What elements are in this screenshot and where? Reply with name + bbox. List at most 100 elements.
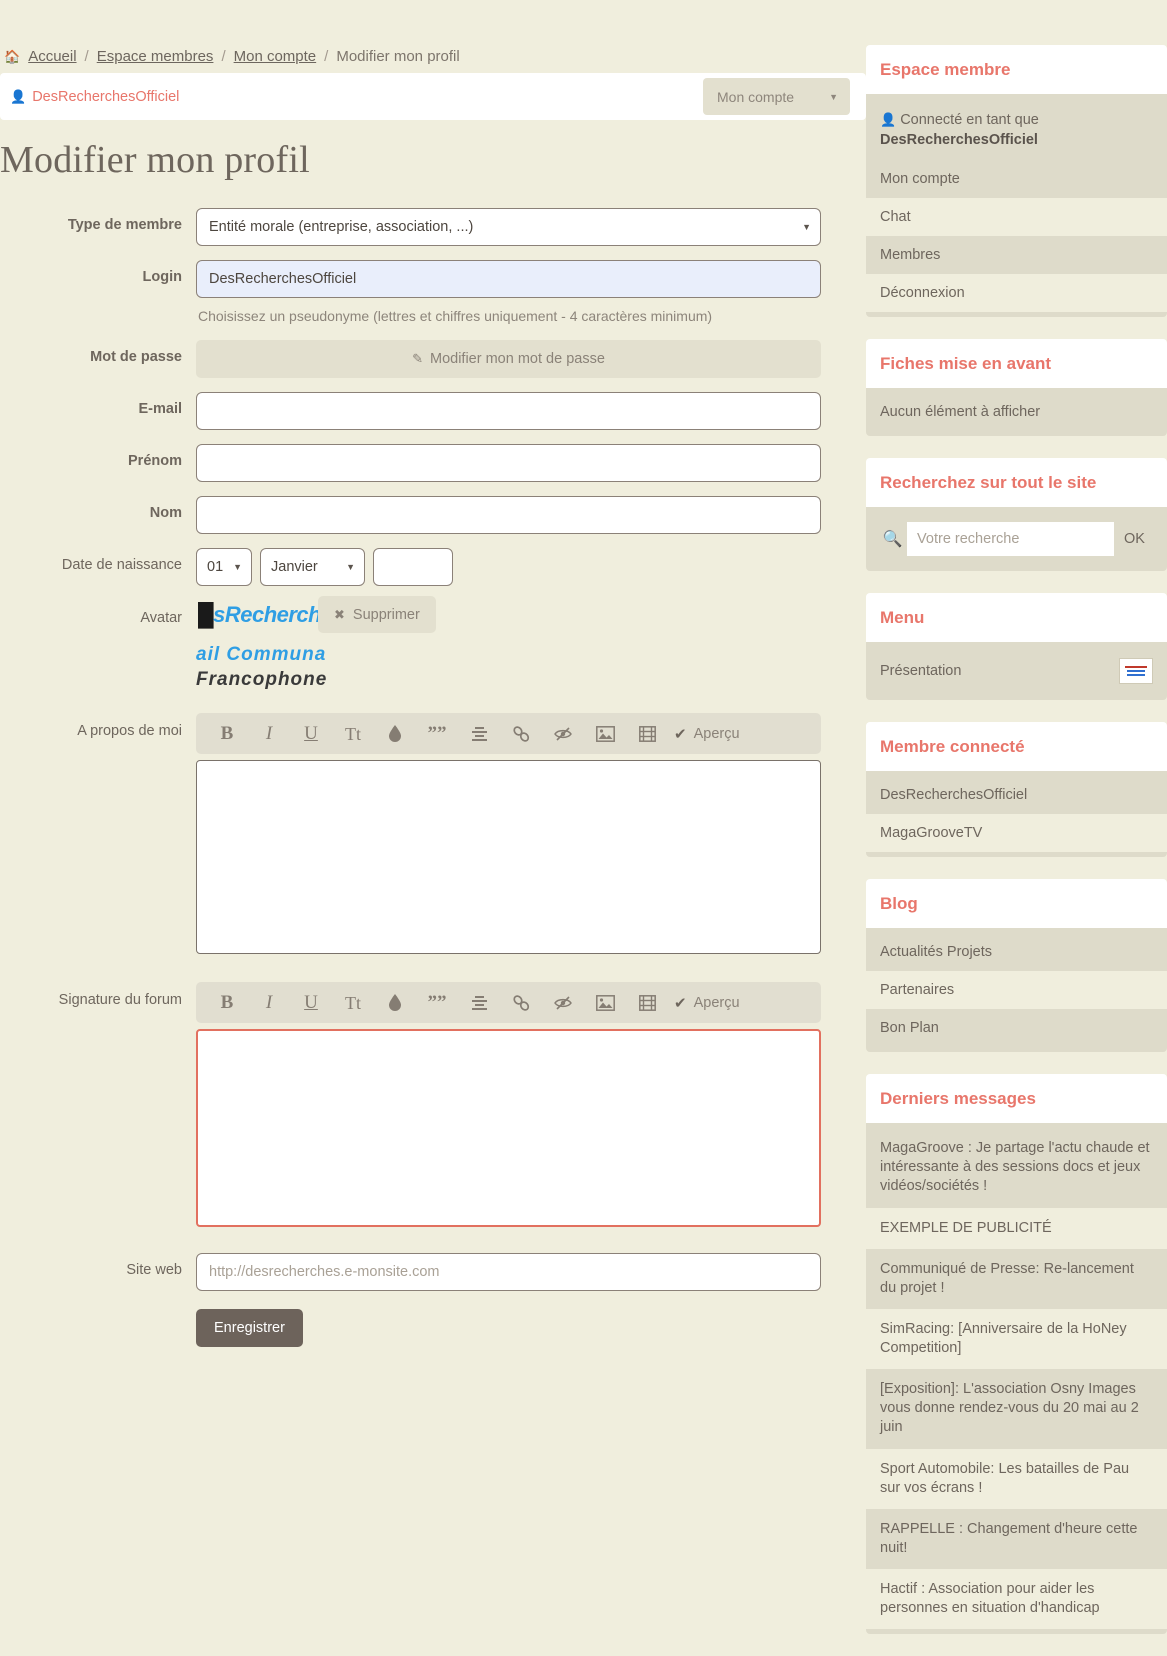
signature-editor-toolbar: B I U Tt ”” ✔ Aperçu <box>196 982 821 1023</box>
link-icon[interactable] <box>500 994 542 1011</box>
page-title: Modifier mon profil <box>0 139 310 181</box>
widget-title-blog: Blog <box>866 879 1167 929</box>
online-member-2[interactable]: MagaGrooveTV <box>866 814 1167 853</box>
birth-month-select[interactable]: Janvier <box>260 548 365 586</box>
underline-icon[interactable]: U <box>290 724 332 743</box>
field-row-member-type: Type de membre Entité morale (entreprise… <box>0 208 866 246</box>
field-row-password: Mot de passe ✎ Modifier mon mot de passe <box>0 340 866 378</box>
sidebar-item-label: Présentation <box>880 663 962 680</box>
italic-icon[interactable]: I <box>248 993 290 1012</box>
field-row-submit: Enregistrer <box>0 1309 866 1347</box>
label-website: Site web <box>126 1262 182 1278</box>
chevron-down-icon: ▼ <box>829 91 838 102</box>
align-center-icon[interactable] <box>458 726 500 741</box>
quote-icon[interactable]: ”” <box>416 724 458 743</box>
italic-icon[interactable]: I <box>248 724 290 743</box>
align-center-icon[interactable] <box>458 995 500 1010</box>
member-type-select[interactable]: Entité morale (entreprise, association, … <box>196 208 821 246</box>
sidebar-item-deconnexion[interactable]: Déconnexion <box>866 274 1167 313</box>
online-member-1[interactable]: DesRecherchesOfficiel <box>866 776 1167 814</box>
quote-icon[interactable]: ”” <box>416 993 458 1012</box>
field-row-login: Login Choisissez un pseudonyme (lettres … <box>0 260 866 326</box>
message-item[interactable]: EXEMPLE DE PUBLICITÉ <box>866 1207 1167 1249</box>
message-item[interactable]: Sport Automobile: Les batailles de Pau s… <box>866 1448 1167 1509</box>
widget-membre-connecte: Membre connecté DesRecherchesOfficiel Ma… <box>866 722 1167 858</box>
birth-day-select[interactable]: 01 <box>196 548 252 586</box>
eye-slash-icon[interactable] <box>542 726 584 741</box>
lastname-input[interactable] <box>196 496 821 534</box>
underline-icon[interactable]: U <box>290 993 332 1012</box>
search-ok-button[interactable]: OK <box>1114 531 1155 547</box>
droplet-icon[interactable] <box>374 994 416 1011</box>
email-input[interactable] <box>196 392 821 430</box>
delete-avatar-label: Supprimer <box>352 606 420 623</box>
label-firstname: Prénom <box>128 453 182 469</box>
home-icon: 🏠 <box>4 48 21 64</box>
film-icon[interactable] <box>626 994 668 1011</box>
message-item[interactable]: RAPPELLE : Changement d'heure cette nuit… <box>866 1509 1167 1569</box>
breadcrumb-item-espace-membres[interactable]: Espace membres <box>97 48 214 65</box>
link-icon[interactable] <box>500 725 542 742</box>
blog-item-partenaires[interactable]: Partenaires <box>866 971 1167 1010</box>
avatar-logo-line1: █sRecherche. <box>198 602 339 627</box>
bold-icon[interactable]: B <box>206 993 248 1012</box>
login-hint: Choisissez un pseudonyme (lettres et chi… <box>198 308 713 324</box>
breadcrumb-item-accueil[interactable]: Accueil <box>28 48 76 65</box>
field-row-avatar: Avatar █sRecherche. ✖ Supprimer ail Comm… <box>0 596 866 691</box>
about-textarea[interactable] <box>196 760 821 954</box>
firstname-input[interactable] <box>196 444 821 482</box>
bold-icon[interactable]: B <box>206 724 248 743</box>
label-birthdate: Date de naissance <box>61 557 182 573</box>
breadcrumb-separator: / <box>221 48 226 65</box>
check-icon: ✔ <box>674 994 687 1012</box>
text-size-icon[interactable]: Tt <box>332 994 374 1012</box>
label-lastname: Nom <box>149 505 182 521</box>
widget-title-search: Recherchez sur tout le site <box>866 458 1167 508</box>
image-icon[interactable] <box>584 994 626 1011</box>
film-icon[interactable] <box>626 725 668 742</box>
about-preview-button[interactable]: ✔ Aperçu <box>674 725 740 743</box>
widget-menu: Menu Présentation <box>866 593 1167 701</box>
blog-item-actualites-projets[interactable]: Actualités Projets <box>866 933 1167 971</box>
droplet-icon[interactable] <box>374 725 416 742</box>
field-row-lastname: Nom <box>0 496 866 534</box>
about-preview-label: Aperçu <box>693 725 740 742</box>
signature-preview-button[interactable]: ✔ Aperçu <box>674 994 740 1012</box>
connected-username: DesRecherchesOfficiel <box>880 131 1038 148</box>
search-input[interactable] <box>907 522 1115 557</box>
user-bar: 👤 DesRecherchesOfficiel Mon compte ▼ <box>0 73 866 120</box>
sidebar-item-mon-compte[interactable]: Mon compte <box>866 160 1167 198</box>
field-row-about: A propos de moi B I U Tt ”” ✔ Aperçu <box>0 713 866 958</box>
text-size-icon[interactable]: Tt <box>332 725 374 743</box>
field-row-birthdate: Date de naissance 01 ▼ Janvier ▼ <box>0 548 866 586</box>
widget-search: Recherchez sur tout le site 🔍 OK <box>866 458 1167 572</box>
signature-textarea[interactable] <box>196 1029 821 1227</box>
message-item[interactable]: SimRacing: [Anniversaire de la HoNey Com… <box>866 1308 1167 1370</box>
message-item[interactable]: Communiqué de Presse: Re-lancement du pr… <box>866 1249 1167 1309</box>
eye-slash-icon[interactable] <box>542 995 584 1010</box>
sidebar-item-chat[interactable]: Chat <box>866 198 1167 237</box>
account-dropdown[interactable]: Mon compte ▼ <box>703 78 850 115</box>
account-dropdown-label: Mon compte <box>717 88 795 105</box>
sidebar-item-presentation[interactable]: Présentation <box>866 647 1167 695</box>
message-item[interactable]: [Exposition]: L'association Osny Images … <box>866 1369 1167 1448</box>
breadcrumb-separator: / <box>324 48 329 65</box>
label-email: E-mail <box>138 401 182 417</box>
sidebar-item-membres[interactable]: Membres <box>866 236 1167 274</box>
change-password-button[interactable]: ✎ Modifier mon mot de passe <box>196 340 821 378</box>
field-row-email: E-mail <box>0 392 866 430</box>
image-icon[interactable] <box>584 725 626 742</box>
message-item[interactable]: MagaGroove : Je partage l'actu chaude et… <box>866 1128 1167 1207</box>
birth-year-input[interactable] <box>373 548 453 586</box>
avatar-preview: █sRecherche. ✖ Supprimer ail Communa Fra… <box>196 596 821 691</box>
save-button[interactable]: Enregistrer <box>196 1309 303 1347</box>
current-user: 👤 DesRecherchesOfficiel <box>10 89 179 105</box>
message-item[interactable]: Hactif : Association pour aider les pers… <box>866 1569 1167 1630</box>
breadcrumb-item-current: Modifier mon profil <box>336 48 460 65</box>
website-input[interactable] <box>196 1253 821 1291</box>
breadcrumb-item-mon-compte[interactable]: Mon compte <box>234 48 317 65</box>
widget-title-espace-membre: Espace membre <box>866 45 1167 94</box>
delete-avatar-button[interactable]: ✖ Supprimer <box>318 596 436 633</box>
blog-item-bon-plan[interactable]: Bon Plan <box>866 1009 1167 1047</box>
login-input[interactable] <box>196 260 821 298</box>
